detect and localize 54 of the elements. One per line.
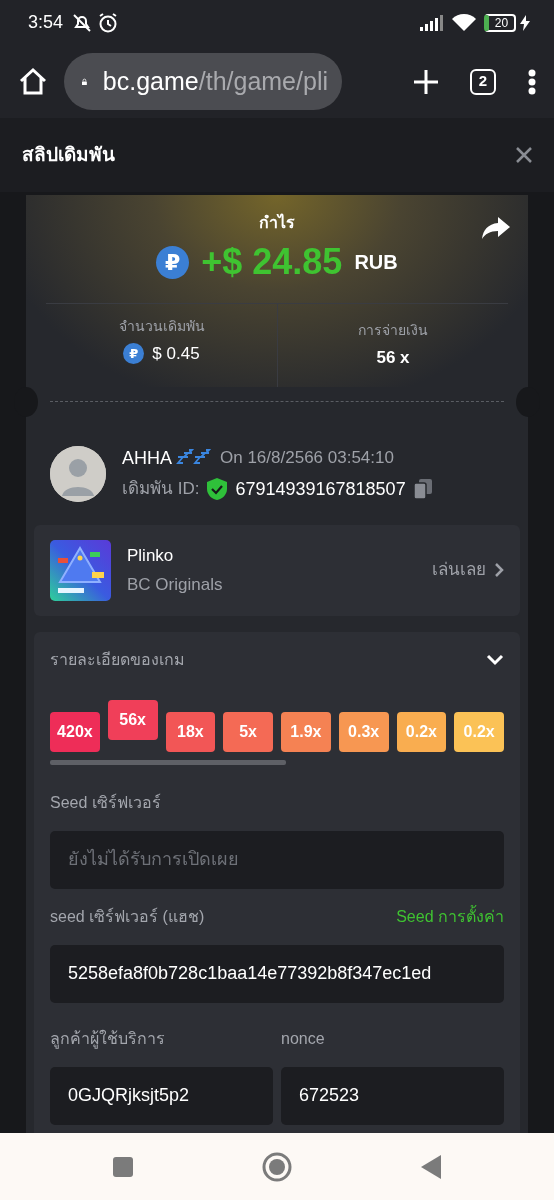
- input-field[interactable]: 0GJQRjksjt5p2: [50, 1066, 273, 1125]
- battery-icon: 20: [484, 13, 516, 32]
- game-name: Plinko: [127, 544, 175, 567]
- drawer-title: สลิปเดิมพัน: [22, 142, 115, 167]
- home-icon[interactable]: [18, 66, 48, 97]
- player-name: AHHA: [122, 446, 172, 470]
- multiplier-tile: 18x: [165, 711, 216, 752]
- signal-icon: [420, 14, 444, 31]
- multiplier-tile: 5x: [223, 711, 273, 752]
- multiplier-tile: 0.2x: [454, 711, 504, 752]
- stat-label: การจ่ายเงิน: [357, 321, 429, 340]
- input-field[interactable]: ยังไม่ได้รับการเปิดเผย: [50, 830, 504, 889]
- game-provider: BC Originals: [127, 574, 224, 596]
- recents-icon[interactable]: [112, 1156, 133, 1177]
- bet-date: On 16/8/2566 03:54:10: [220, 447, 394, 470]
- field-label: nonce: [281, 1028, 326, 1049]
- field-label: seed เซิร์ฟเวอร์ (แฮช): [50, 906, 205, 927]
- close-icon[interactable]: [516, 147, 532, 163]
- copy-icon[interactable]: [413, 479, 432, 499]
- input-field[interactable]: 672523: [281, 1066, 504, 1125]
- ruble-coin-icon: ₽: [156, 245, 190, 279]
- charging-icon: [520, 14, 530, 31]
- sleep-icon: [176, 449, 212, 467]
- multiplier-tile: 420x: [50, 711, 100, 752]
- ruble-coin-icon: ₽: [123, 343, 145, 365]
- verified-shield-icon: [207, 478, 228, 500]
- multiplier-tile: 0.2x: [396, 711, 447, 752]
- menu-icon[interactable]: [528, 68, 536, 95]
- multiplier-tile: 0.3x: [338, 711, 389, 752]
- tab-count-button[interactable]: 2: [470, 68, 496, 95]
- field-label: ลูกค้าผู้ใช้บริการ: [50, 1028, 166, 1051]
- stat-label: จำนวนเดิมพัน: [117, 317, 206, 336]
- profit-amount: +$ 24.85: [201, 240, 343, 284]
- bet-amount: $ 0.45: [152, 343, 200, 365]
- wifi-icon: [452, 13, 476, 32]
- payout-value: 56 x: [375, 347, 411, 369]
- clock-text: 3:54: [28, 11, 64, 34]
- seed-settings-link[interactable]: Seed การตั้งค่า: [396, 904, 504, 929]
- profit-label: กำไร: [259, 214, 295, 231]
- bet-id: 67914939167818507: [235, 477, 406, 501]
- play-link[interactable]: เล่นเลย: [432, 557, 504, 583]
- back-icon[interactable]: [421, 1154, 442, 1179]
- chevron-right-icon: [494, 562, 504, 578]
- multiplier-tile: 56x: [107, 699, 158, 740]
- field-label: Seed เซิร์ฟเวอร์: [50, 792, 162, 813]
- chevron-icon[interactable]: [486, 653, 504, 666]
- input-field[interactable]: 5258efa8f0b728c1baa14e77392b8f347ec1ed: [50, 944, 504, 1003]
- new-tab-icon[interactable]: [414, 69, 438, 94]
- share-icon[interactable]: [482, 217, 510, 239]
- currency-label: RUB: [354, 250, 398, 275]
- id-label: เดิมพัน ID:: [122, 478, 200, 501]
- multiplier-tile: 1.9x: [281, 711, 331, 752]
- details-header[interactable]: รายละเอียดของเกม: [50, 647, 504, 672]
- address-bar[interactable]: bc.game/th/game/pli: [64, 53, 342, 110]
